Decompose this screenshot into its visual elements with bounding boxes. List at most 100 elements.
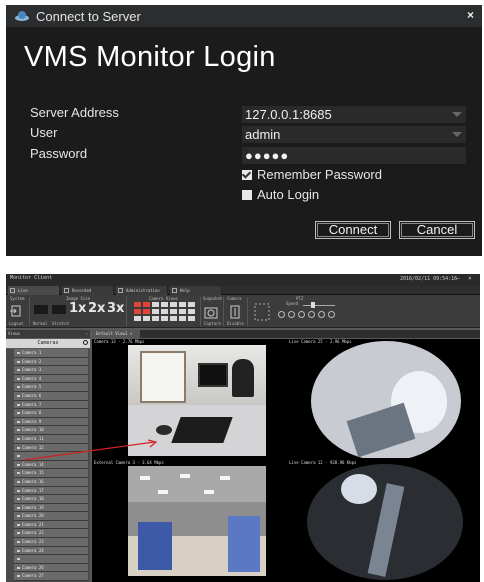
layout-option[interactable] xyxy=(152,309,159,314)
camera-list: Camera 1 Camera 2 Camera 3 Camera 4 Camera 5… xyxy=(6,349,90,582)
size-2x-button[interactable]: 2x xyxy=(88,301,105,316)
camera-list-item[interactable] xyxy=(14,452,88,461)
camera-list-item[interactable]: Camera 2 xyxy=(14,357,88,367)
zoom-in-icon[interactable] xyxy=(278,311,285,318)
normal-size-button[interactable] xyxy=(34,305,48,314)
layout-option[interactable] xyxy=(143,309,150,314)
cancel-button[interactable]: Cancel xyxy=(399,221,475,239)
login-heading: VMS Monitor Login xyxy=(24,41,276,73)
camera-list-item[interactable] xyxy=(14,555,88,564)
camera-list-item[interactable]: Camera 19 xyxy=(14,503,88,513)
focus-icon[interactable] xyxy=(298,311,305,318)
layout-option[interactable] xyxy=(170,302,177,307)
layout-option[interactable] xyxy=(179,316,186,321)
layout-option[interactable] xyxy=(134,302,141,307)
layout-option[interactable] xyxy=(179,302,186,307)
video-cell-4[interactable]: Live Camera 12 - 928.96 Kbps xyxy=(287,460,480,582)
size-3x-button[interactable]: 3x xyxy=(107,301,124,316)
layout-option[interactable] xyxy=(152,316,159,321)
view-tabs: Default View1 × xyxy=(92,330,480,338)
password-field[interactable]: ●●●●● xyxy=(242,147,466,164)
camera-list-item[interactable]: Camera 15 xyxy=(14,469,88,478)
camera-list-item[interactable]: Camera 11 xyxy=(14,434,88,444)
layout-option[interactable] xyxy=(161,316,168,321)
layout-option[interactable] xyxy=(143,302,150,307)
layout-option[interactable] xyxy=(134,316,141,321)
close-icon[interactable]: × xyxy=(467,8,474,22)
layout-option[interactable] xyxy=(143,316,150,321)
patrol-icon[interactable] xyxy=(328,311,335,318)
camera-list-item[interactable]: Camera 24 xyxy=(14,546,88,556)
camera-list-item[interactable]: Camera 9 xyxy=(14,417,88,427)
logout-button[interactable] xyxy=(9,303,23,317)
minimize-icon[interactable]: – xyxy=(456,275,460,282)
preset-icon[interactable] xyxy=(318,311,325,318)
camera-list-item[interactable]: Camera 22 xyxy=(14,529,88,539)
camera-list-item[interactable]: Camera 21 xyxy=(14,520,88,530)
system-group-label: System xyxy=(10,296,25,301)
zoom-out-icon[interactable] xyxy=(288,311,295,318)
auto-login-checkbox[interactable]: Auto Login xyxy=(242,187,319,202)
camera-list-item[interactable]: Camera 7 xyxy=(14,400,88,410)
stretch-size-button[interactable] xyxy=(52,305,66,314)
camera-list-item[interactable]: Camera 8 xyxy=(14,409,88,418)
camera-list-item[interactable]: Camera 4 xyxy=(14,374,88,384)
disable-camera-button[interactable] xyxy=(230,304,240,319)
capture-button[interactable] xyxy=(204,304,218,319)
camera-icon xyxy=(17,489,20,492)
server-address-dropdown[interactable]: 127.0.0.1:8685 xyxy=(242,106,466,123)
camera-icon xyxy=(17,369,20,372)
camera-list-item[interactable]: Camera 27 xyxy=(14,572,88,582)
checkbox-checked-icon[interactable] xyxy=(242,169,252,180)
video-cell-1[interactable]: Camera 13 - 2.76 Mbps xyxy=(92,339,285,458)
layout-option[interactable] xyxy=(161,309,168,314)
remember-password-checkbox[interactable]: Remember Password xyxy=(242,167,382,182)
layout-option[interactable] xyxy=(188,309,195,314)
tab-live[interactable]: Live xyxy=(8,286,60,295)
layout-option[interactable] xyxy=(179,309,186,314)
camera-list-item-label: Camera 20 xyxy=(22,513,44,519)
iris-icon[interactable] xyxy=(308,311,315,318)
camera-list-item[interactable]: Camera 3 xyxy=(14,366,88,375)
video-cell-3[interactable]: External Camera 3 - 3.64 Mbps xyxy=(92,460,285,582)
tab-help[interactable]: Help xyxy=(170,286,222,295)
size-1x-button[interactable]: 1x xyxy=(69,301,86,316)
camera-list-item[interactable]: Camera 5 xyxy=(14,383,88,392)
camera-list-item[interactable]: Camera 1 xyxy=(14,349,88,358)
tab-recorded[interactable]: Recorded xyxy=(62,286,114,295)
user-dropdown[interactable]: admin xyxy=(242,126,466,143)
layout-option[interactable] xyxy=(188,316,195,321)
camera-list-item[interactable]: Camera 12 xyxy=(14,443,88,453)
tab-default-view1[interactable]: Default View1 × xyxy=(92,330,140,338)
camera-list-item[interactable]: Camera 20 xyxy=(14,512,88,521)
checkbox-unchecked-icon[interactable] xyxy=(242,189,252,200)
camera-list-item[interactable]: Camera 16 xyxy=(14,477,88,487)
camera-list-item[interactable]: Camera 17 xyxy=(14,486,88,496)
speed-slider-handle[interactable] xyxy=(311,302,315,308)
layout-option[interactable] xyxy=(188,302,195,307)
layout-option[interactable] xyxy=(170,316,177,321)
camera-list-item[interactable]: Camera 23 xyxy=(14,538,88,547)
tab-administration[interactable]: Administration xyxy=(116,286,168,295)
close-icon[interactable]: × xyxy=(468,275,472,282)
camera-list-item[interactable]: Camera 18 xyxy=(14,495,88,504)
ptz-direction-pad[interactable] xyxy=(253,301,271,323)
camera-icon xyxy=(17,420,20,423)
collapse-icon[interactable]: ‹ xyxy=(86,330,88,338)
camera-list-item[interactable]: Camera 14 xyxy=(14,460,88,470)
video-cell-2[interactable]: Live Camera 25 - 2.96 Mbps xyxy=(287,339,480,458)
layout-option[interactable] xyxy=(170,309,177,314)
camera-list-item[interactable]: Camera 6 xyxy=(14,391,88,401)
help-icon xyxy=(172,288,177,293)
speed-slider-track[interactable] xyxy=(303,305,335,306)
client-titlebar: Monitor Client 2016/02/11 09:54:16 – × xyxy=(6,274,480,286)
camera-list-item[interactable]: Camera 26 xyxy=(14,563,88,573)
camera-list-item[interactable]: Camera 10 xyxy=(14,426,88,435)
connect-button[interactable]: Connect xyxy=(315,221,391,239)
layout-option[interactable] xyxy=(161,302,168,307)
search-icon[interactable] xyxy=(83,340,88,345)
layout-option[interactable] xyxy=(152,302,159,307)
camera-list-item-label: Camera 5 xyxy=(22,384,42,390)
logout-icon xyxy=(10,305,21,317)
layout-option[interactable] xyxy=(134,309,141,314)
